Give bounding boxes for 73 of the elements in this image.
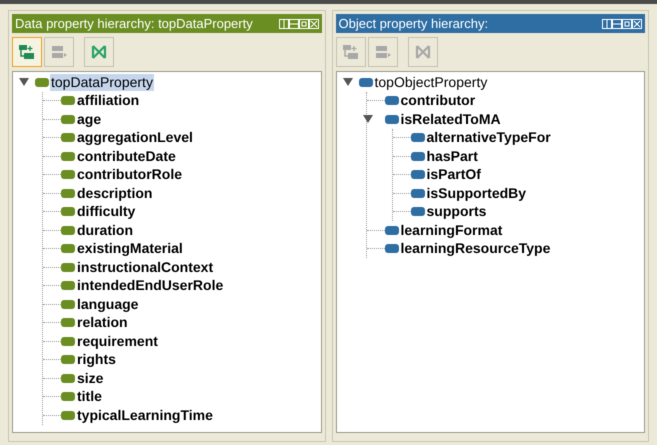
property-icon [61, 355, 75, 364]
property-icon [61, 336, 75, 346]
tree-item[interactable]: existingMaterial [76, 240, 184, 258]
collapse-triangle-icon[interactable] [362, 114, 372, 124]
property-icon [61, 96, 75, 106]
toolbar-button[interactable] [84, 37, 114, 67]
property-icon [61, 281, 75, 290]
property-icon [384, 244, 398, 254]
tree-item[interactable]: contributorRole [76, 166, 183, 184]
tree-item[interactable]: instructionalContext [76, 258, 214, 276]
property-icon [61, 133, 75, 142]
tree-item[interactable]: difficulty [76, 203, 136, 220]
tree-item[interactable]: rights [76, 351, 117, 368]
tree-item[interactable]: aggregationLevel [76, 129, 194, 146]
property-icon [410, 133, 424, 142]
delete-icon [91, 44, 107, 60]
tree-item[interactable]: size [76, 370, 104, 387]
tree-item[interactable]: contributeDate [76, 148, 177, 165]
property-icon [410, 170, 424, 180]
tree-item[interactable]: age [76, 110, 102, 128]
tree-item[interactable]: intendedEndUserRole [76, 277, 224, 294]
property-icon [61, 152, 75, 161]
panel-title: Data property hierarchy: topDataProperty [15, 14, 253, 33]
property-icon [35, 78, 49, 87]
tree-item[interactable]: isPartOf [426, 166, 482, 184]
add-sibling-icon [50, 44, 68, 60]
add-subproperty-icon [342, 44, 360, 60]
tree-item[interactable]: supports [426, 203, 488, 220]
property-icon [61, 392, 75, 402]
tree-item[interactable]: duration [76, 222, 134, 239]
tree-item[interactable]: learningFormat [400, 222, 504, 239]
tree-item[interactable]: hasPart [426, 148, 479, 165]
property-icon [61, 188, 75, 198]
property-icon [61, 410, 75, 420]
tree-item[interactable]: description [76, 184, 154, 202]
property-icon [410, 152, 424, 161]
tree-item[interactable]: isSupportedBy [426, 184, 528, 202]
property-icon [384, 226, 398, 235]
property-icon [410, 207, 424, 216]
property-icon [61, 318, 75, 328]
property-icon [61, 262, 75, 272]
add-sibling-icon [374, 44, 392, 60]
property-icon [61, 244, 75, 254]
property-icon [61, 114, 75, 124]
property-icon [61, 207, 75, 216]
panel-title: Object property hierarchy: [338, 14, 488, 33]
tree-item[interactable]: alternativeTypeFor [426, 129, 552, 146]
tree-item[interactable]: relation [76, 314, 129, 332]
property-icon [410, 188, 424, 198]
property-icon [61, 170, 75, 180]
window-controls-icon[interactable] [278, 18, 318, 28]
tree-item[interactable]: isRelatedToMA [400, 110, 502, 128]
window-controls-icon[interactable] [602, 18, 642, 28]
tree-item[interactable]: language [76, 296, 140, 313]
property-icon [61, 226, 75, 235]
tree-item[interactable]: topDataProperty [50, 74, 154, 91]
tree-item[interactable]: topObjectProperty [374, 74, 488, 91]
tree-item[interactable]: learningResourceType [400, 240, 552, 258]
property-icon [61, 300, 75, 309]
collapse-triangle-icon[interactable] [19, 77, 29, 88]
tree-item[interactable]: typicalLearningTime [76, 406, 214, 424]
property-icon [384, 114, 398, 124]
tree-item[interactable]: title [76, 388, 103, 406]
tree-item[interactable]: affiliation [76, 92, 140, 110]
tree-item[interactable]: contributor [400, 92, 476, 110]
toolbar-button[interactable] [12, 37, 42, 67]
tree-item[interactable]: requirement [76, 332, 159, 350]
delete-icon [414, 44, 430, 60]
property-icon [61, 374, 75, 383]
property-icon [358, 78, 372, 87]
property-icon [384, 96, 398, 106]
collapse-triangle-icon[interactable] [342, 77, 352, 88]
add-subproperty-icon [18, 44, 36, 60]
